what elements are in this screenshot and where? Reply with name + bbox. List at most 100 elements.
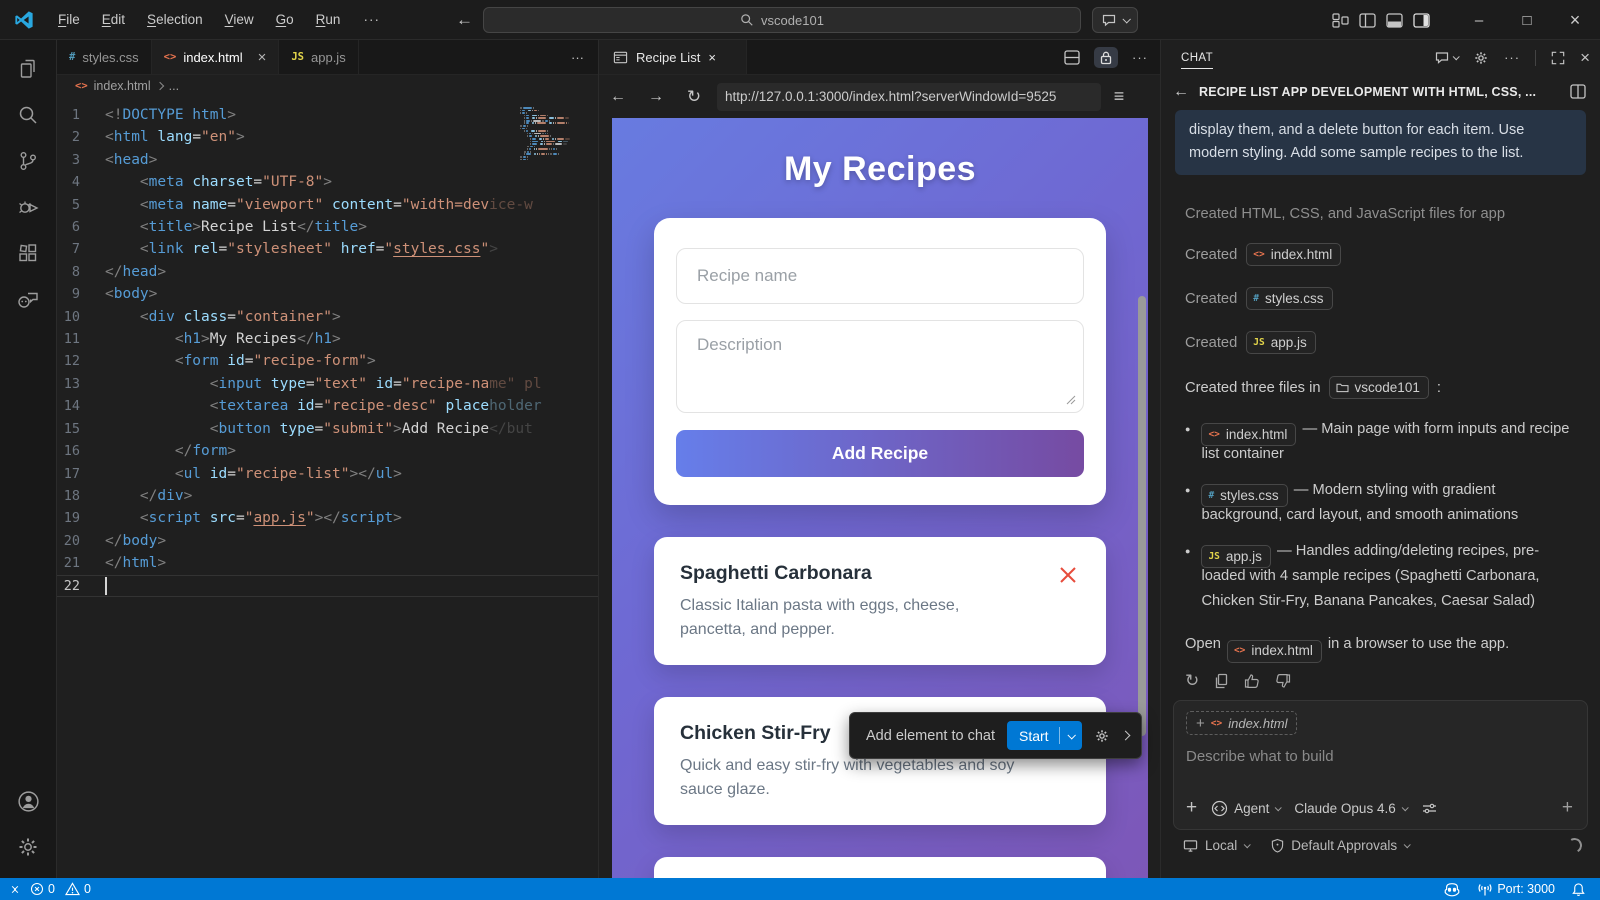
code-line[interactable]: 4 <meta charset="UTF-8"> xyxy=(57,171,598,193)
copilot-status-icon[interactable] xyxy=(1443,882,1461,897)
code-line[interactable]: 13 <input type="text" id="recipe-name" p… xyxy=(57,373,598,395)
notifications-bell-icon[interactable] xyxy=(1571,882,1586,897)
send-plus-icon[interactable]: + xyxy=(1562,797,1573,819)
chat-settings-gear-icon[interactable] xyxy=(1473,50,1489,66)
source-control-icon[interactable] xyxy=(4,138,52,184)
file-chip-index-html[interactable]: <>index.html xyxy=(1227,640,1322,663)
target-picker[interactable]: Local xyxy=(1183,838,1249,853)
context-chip-index-html[interactable]: + <> index.html xyxy=(1186,711,1297,735)
code-editor[interactable]: 1<!DOCTYPE html>2<html lang="en">3<head>… xyxy=(57,97,598,597)
add-recipe-button[interactable]: Add Recipe xyxy=(676,430,1084,477)
accounts-icon[interactable] xyxy=(4,778,52,824)
close-tab-icon[interactable]: × xyxy=(258,49,267,66)
maximize-button[interactable]: □ xyxy=(1506,0,1548,40)
split-editor-icon[interactable] xyxy=(1064,50,1080,65)
warnings-indicator[interactable]: 0 xyxy=(65,882,91,896)
code-line[interactable]: 17 <ul id="recipe-list"></ul> xyxy=(57,463,598,485)
approvals-picker[interactable]: Default Approvals xyxy=(1271,838,1409,853)
code-line[interactable]: 6 <title>Recipe List</title> xyxy=(57,216,598,238)
chat-panel-title[interactable]: CHAT xyxy=(1181,43,1213,73)
tab-index-html[interactable]: <> index.html × xyxy=(152,40,280,74)
remote-indicator-icon[interactable] xyxy=(10,887,20,892)
chat-close-icon[interactable]: × xyxy=(1580,48,1590,68)
url-input[interactable]: http://127.0.0.1:3000/index.html?serverW… xyxy=(717,83,1101,111)
file-chip-styles-css[interactable]: #styles.css xyxy=(1246,287,1332,310)
mode-picker[interactable]: Agent xyxy=(1211,800,1280,817)
search-view-icon[interactable] xyxy=(4,92,52,138)
extensions-icon[interactable] xyxy=(4,230,52,276)
start-dropdown[interactable] xyxy=(1060,733,1082,739)
menu-view[interactable]: View xyxy=(216,8,263,31)
minimap[interactable] xyxy=(520,107,582,164)
code-line[interactable]: 3<head> xyxy=(57,149,598,171)
code-line[interactable]: 8</head> xyxy=(57,261,598,283)
recipe-description-textarea[interactable] xyxy=(676,320,1084,413)
code-line[interactable]: 20</body> xyxy=(57,530,598,552)
code-line[interactable]: 9<body> xyxy=(57,283,598,305)
file-chip-app-js[interactable]: JSapp.js xyxy=(1201,545,1270,568)
close-tab-icon[interactable]: × xyxy=(708,50,716,65)
overlay-settings-icon[interactable] xyxy=(1094,728,1110,744)
chat-more-actions[interactable]: ··· xyxy=(1504,50,1520,65)
settings-gear-icon[interactable] xyxy=(4,824,52,870)
code-line[interactable]: 1<!DOCTYPE html> xyxy=(57,104,598,126)
command-center-search[interactable]: vscode101 xyxy=(483,7,1081,33)
browser-forward-icon[interactable]: → xyxy=(637,88,675,106)
code-line[interactable]: 12 <form id="recipe-form"> xyxy=(57,350,598,372)
file-chip-app-js[interactable]: JSapp.js xyxy=(1246,331,1315,354)
folder-chip[interactable]: vscode101 xyxy=(1329,376,1429,399)
tab-recipe-list[interactable]: Recipe List × xyxy=(599,40,747,74)
overlay-next-icon[interactable] xyxy=(1122,732,1129,739)
browser-more-actions[interactable]: ··· xyxy=(1132,50,1148,65)
chat-view-icon[interactable] xyxy=(4,276,52,322)
menu-selection[interactable]: Selection xyxy=(138,8,212,31)
thumbs-up-icon[interactable] xyxy=(1244,673,1260,689)
code-line[interactable]: 16 </form> xyxy=(57,440,598,462)
menu-edit[interactable]: Edit xyxy=(93,8,134,31)
minimize-button[interactable]: – xyxy=(1458,0,1500,40)
chat-maximize-icon[interactable] xyxy=(1551,51,1565,65)
model-picker[interactable]: Claude Opus 4.6 xyxy=(1294,801,1406,816)
thumbs-down-icon[interactable] xyxy=(1275,673,1291,689)
code-line[interactable]: 15 <button type="submit">Add Recipe</but xyxy=(57,418,598,440)
textarea-resize-handle[interactable] xyxy=(1066,395,1076,405)
chat-mode-icon[interactable] xyxy=(1434,50,1458,66)
menu-file[interactable]: FFileile xyxy=(49,8,89,31)
recipe-name-input[interactable] xyxy=(676,248,1084,304)
file-chip-index-html[interactable]: <>index.html xyxy=(1201,423,1296,446)
menu-go[interactable]: Go xyxy=(267,8,303,31)
tab-styles-css[interactable]: # styles.css xyxy=(57,40,152,74)
chat-back-icon[interactable]: ← xyxy=(1173,83,1189,101)
browser-back-icon[interactable]: ← xyxy=(599,88,637,106)
history-back-icon[interactable]: ← xyxy=(456,10,473,30)
browser-scrollbar-thumb[interactable] xyxy=(1138,296,1146,736)
tab-app-js[interactable]: JS app.js xyxy=(279,40,358,74)
copilot-titlebar-button[interactable] xyxy=(1092,7,1138,33)
browser-reload-icon[interactable]: ↻ xyxy=(675,87,713,107)
retry-icon[interactable]: ↻ xyxy=(1185,671,1199,691)
delete-recipe-icon[interactable] xyxy=(1058,565,1078,585)
code-line[interactable]: 2<html lang="en"> xyxy=(57,126,598,148)
file-chip-styles-css[interactable]: #styles.css xyxy=(1201,484,1287,507)
menu-run[interactable]: Run xyxy=(307,8,350,31)
run-debug-icon[interactable] xyxy=(4,184,52,230)
start-button[interactable]: Start xyxy=(1007,721,1082,750)
chat-input-box[interactable]: + <> index.html Describe what to build +… xyxy=(1173,700,1588,830)
code-line[interactable]: 18 </div> xyxy=(57,485,598,507)
port-indicator[interactable]: Port: 3000 xyxy=(1477,882,1555,897)
file-chip-index-html[interactable]: <>index.html xyxy=(1246,243,1341,266)
code-line[interactable]: 7 <link rel="stylesheet" href="styles.cs… xyxy=(57,238,598,260)
tools-sliders-icon[interactable] xyxy=(1421,801,1438,816)
toggle-secondary-sidebar-icon[interactable] xyxy=(1413,13,1430,28)
copy-icon[interactable] xyxy=(1214,673,1229,689)
attach-plus-icon[interactable]: + xyxy=(1186,797,1197,819)
code-line[interactable]: 14 <textarea id="recipe-desc" placeholde… xyxy=(57,395,598,417)
code-line[interactable]: 21</html> xyxy=(57,552,598,574)
toggle-sidebar-icon[interactable] xyxy=(1359,13,1376,28)
code-line[interactable]: 22 xyxy=(57,575,598,597)
open-chat-editor-icon[interactable] xyxy=(1570,84,1586,99)
errors-indicator[interactable]: 0 xyxy=(30,882,55,896)
code-line[interactable]: 5 <meta name="viewport" content="width=d… xyxy=(57,194,598,216)
explorer-icon[interactable] xyxy=(4,46,52,92)
breadcrumb[interactable]: <> index.html ... xyxy=(57,75,598,97)
